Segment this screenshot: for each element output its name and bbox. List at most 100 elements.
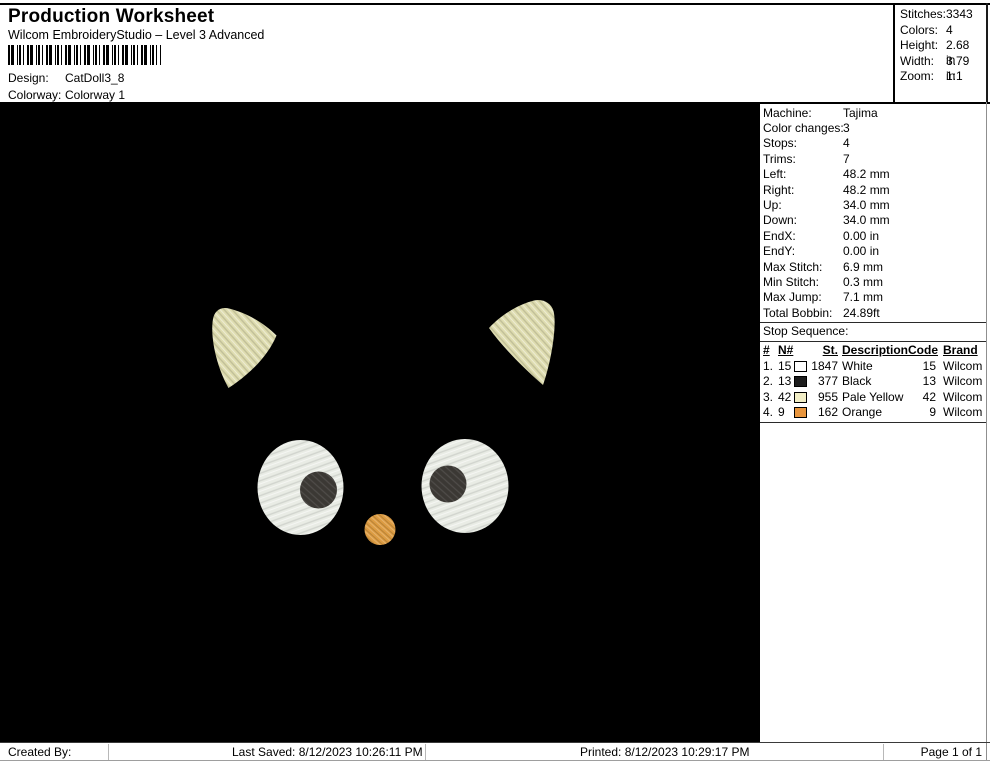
info-value: 6.9 mm	[843, 260, 883, 275]
summary-label: Zoom:	[900, 69, 934, 84]
colorway-label: Colorway:	[8, 88, 65, 102]
production-worksheet-page: Production Worksheet Wilcom EmbroiderySt…	[0, 0, 990, 762]
summary-row: Width:3.79 in	[900, 54, 982, 69]
summary-label: Height:	[900, 38, 938, 53]
summary-row: Stitches:3343	[900, 7, 982, 22]
stop-sequence-row: 2. 13 377 Black 13 Wilcom	[760, 374, 986, 389]
machine-info-row: Stops: 4	[763, 136, 983, 151]
cell-brand: Wilcom	[943, 359, 986, 374]
stop-sequence-row: 4. 9 162 Orange 9 Wilcom	[760, 405, 986, 420]
design-canvas	[0, 104, 760, 742]
printed-label: Printed: 8/12/2023 10:29:17 PM	[580, 745, 749, 759]
info-value: 34.0 mm	[843, 198, 890, 213]
info-label: Trims:	[763, 152, 796, 167]
cat-right-ear	[489, 300, 555, 385]
footer: Created By: Last Saved: 8/12/2023 10:26:…	[0, 743, 990, 761]
info-label: Min Stitch:	[763, 275, 819, 290]
info-label: Max Jump:	[763, 290, 822, 305]
colorway-row: Colorway:Colorway 1	[8, 88, 125, 102]
info-label: Down:	[763, 213, 797, 228]
machine-info-row: Min Stitch: 0.3 mm	[763, 275, 983, 290]
cat-left-ear	[212, 308, 276, 388]
last-saved-label: Last Saved: 8/12/2023 10:26:11 PM	[232, 745, 423, 759]
cell-description: Pale Yellow	[842, 390, 910, 405]
info-value: 7.1 mm	[843, 290, 883, 305]
colorway-value: Colorway 1	[65, 88, 125, 102]
info-value: 0.00 in	[843, 244, 879, 259]
summary-value: 4	[946, 23, 953, 38]
info-value: 0.3 mm	[843, 275, 883, 290]
separator	[760, 422, 986, 423]
stop-sequence-header-row: # N# St. Description Code Brand	[760, 343, 986, 358]
separator	[760, 341, 986, 342]
col-header-stitches: St.	[806, 343, 838, 358]
cell-stitches: 1847	[806, 359, 838, 374]
cell-stitches: 955	[806, 390, 838, 405]
col-header-code: Code	[908, 343, 936, 358]
cell-num: 2.	[763, 374, 777, 389]
machine-info-row: Down: 34.0 mm	[763, 213, 983, 228]
info-value: Tajima	[843, 106, 878, 121]
machine-info-row: Max Jump: 7.1 mm	[763, 290, 983, 305]
stop-sequence-row: 3. 42 955 Pale Yellow 42 Wilcom	[760, 390, 986, 405]
machine-info-row: Color changes:3	[763, 121, 983, 136]
cat-nose	[365, 514, 396, 545]
cell-brand: Wilcom	[943, 374, 986, 389]
info-value: 0.00 in	[843, 229, 879, 244]
cell-code: 15	[908, 359, 936, 374]
cell-num: 3.	[763, 390, 777, 405]
info-label: EndX:	[763, 229, 796, 244]
summary-label: Colors:	[900, 23, 938, 38]
info-value: 4	[843, 136, 850, 151]
cell-code: 42	[908, 390, 936, 405]
separator	[760, 322, 986, 323]
summary-label: Width:	[900, 54, 934, 69]
cell-description: White	[842, 359, 910, 374]
page-number-label: Page 1 of 1	[921, 745, 982, 759]
info-label: Left:	[763, 167, 786, 182]
stop-sequence-title: Stop Sequence:	[763, 324, 848, 339]
page-top-rule	[0, 3, 990, 5]
info-label: Stops:	[763, 136, 797, 151]
cell-description: Black	[842, 374, 910, 389]
machine-info-row: EndX: 0.00 in	[763, 229, 983, 244]
info-value: 24.89ft	[843, 306, 880, 321]
col-header-num: #	[763, 343, 777, 358]
cell-brand: Wilcom	[943, 405, 986, 420]
info-label: Max Stitch:	[763, 260, 822, 275]
created-by-label: Created By:	[8, 745, 71, 759]
footer-divider	[108, 744, 109, 760]
info-label: Right:	[763, 183, 794, 198]
info-label: Total Bobbin:	[763, 306, 832, 321]
cell-num: 4.	[763, 405, 777, 420]
barcode	[8, 45, 161, 65]
info-value: 34.0 mm	[843, 213, 890, 228]
info-label: Up:	[763, 198, 782, 213]
summary-row: Zoom: 1:1	[900, 69, 982, 84]
col-header-description: Description	[842, 343, 910, 358]
cell-stitches: 162	[806, 405, 838, 420]
cat-right-pupil	[430, 466, 467, 503]
summary-value: 1:1	[946, 69, 963, 84]
col-header-brand: Brand	[943, 343, 986, 358]
machine-info-row: Left:48.2 mm	[763, 167, 983, 182]
info-value: 3	[843, 121, 850, 136]
footer-divider	[425, 744, 426, 760]
machine-info-row: EndY:0.00 in	[763, 244, 983, 259]
summary-label: Stitches:	[900, 7, 946, 22]
col-header-needle: N#	[778, 343, 796, 358]
app-version-label: Wilcom EmbroideryStudio – Level 3 Advanc…	[8, 28, 264, 42]
footer-divider	[883, 744, 884, 760]
summary-box: Stitches:3343 Colors:4 Height:2.68 in Wi…	[893, 3, 987, 102]
design-row: Design:CatDoll3_8	[8, 71, 124, 85]
info-value: 7	[843, 152, 850, 167]
cell-code: 9	[908, 405, 936, 420]
cat-face-design	[0, 104, 760, 742]
machine-info-row: Total Bobbin: 24.89ft	[763, 306, 983, 321]
machine-info-row: Machine:Tajima	[763, 106, 983, 121]
info-label: Color changes:	[763, 121, 844, 136]
design-label: Design:	[8, 71, 65, 85]
page-right-border	[986, 102, 987, 761]
cell-brand: Wilcom	[943, 390, 986, 405]
machine-info-row: Trims: 7	[763, 152, 983, 167]
